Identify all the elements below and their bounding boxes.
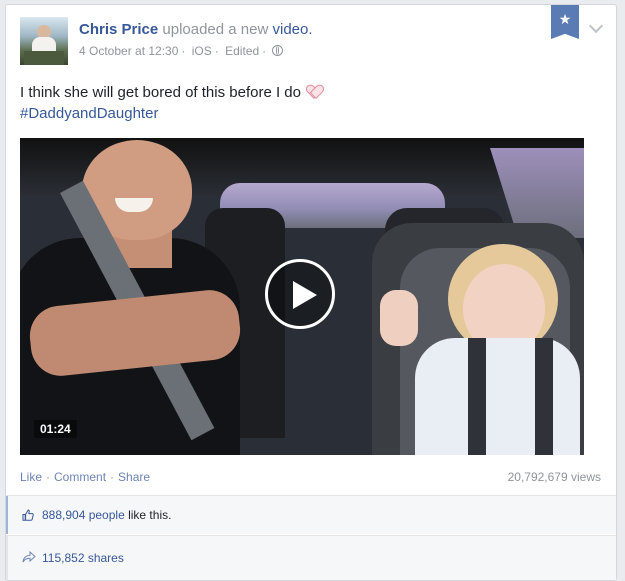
video-scene-harness — [468, 338, 486, 455]
timestamp[interactable]: 4 October at 12:30 — [79, 44, 178, 58]
source: iOS — [191, 44, 212, 58]
shares-count[interactable]: 115,852 shares — [42, 551, 124, 565]
video-scene-girl-body — [415, 338, 580, 455]
status-text: I think she will get bored of this befor… — [20, 82, 590, 124]
hashtag-link[interactable]: #DaddyandDaughter — [20, 103, 590, 124]
avatar-ground — [24, 51, 64, 65]
globe-icon[interactable] — [272, 45, 284, 56]
status-message: I think she will get bored of this befor… — [20, 84, 301, 101]
play-icon — [293, 281, 317, 309]
action-separator: · — [46, 470, 51, 484]
avatar[interactable] — [20, 17, 68, 65]
likes-count[interactable]: 888,904 people — [42, 508, 125, 522]
share-button[interactable]: Share — [118, 470, 150, 484]
video-player[interactable]: 01:24 — [20, 138, 584, 455]
shares-summary: 115,852 shares — [6, 536, 616, 580]
heart-icon — [307, 85, 323, 99]
post-meta: 4 October at 12:30 · iOS · Edited · — [79, 44, 286, 58]
post-action: uploaded a new — [162, 21, 269, 38]
share-arrow-icon — [22, 551, 36, 563]
meta-separator: · — [214, 44, 219, 58]
bookmark-star-button[interactable]: ★ — [551, 5, 579, 39]
likes-suffix: like this. — [128, 508, 172, 522]
author-name[interactable]: Chris Price — [79, 21, 158, 38]
video-scene-harness — [535, 338, 553, 455]
edited-link[interactable]: Edited — [225, 44, 259, 58]
post-header: Chris Price uploaded a new video. — [79, 21, 313, 38]
chevron-down-icon[interactable] — [588, 18, 604, 34]
comment-button[interactable]: Comment — [54, 470, 106, 484]
thumbs-up-icon — [22, 509, 34, 521]
likes-text: 888,904 people like this. — [42, 508, 171, 522]
post-card: Chris Price uploaded a new video. 4 Octo… — [5, 4, 617, 581]
likes-summary: 888,904 people like this. — [6, 496, 616, 534]
video-duration: 01:24 — [34, 420, 77, 438]
post-object-link[interactable]: video. — [273, 21, 313, 38]
view-count: 20,792,679 views — [507, 470, 601, 484]
like-button[interactable]: Like — [20, 470, 42, 484]
meta-separator: · — [181, 44, 186, 58]
star-icon: ★ — [558, 11, 572, 27]
action-separator: · — [110, 470, 115, 484]
play-button[interactable] — [265, 259, 335, 329]
post-actions: Like · Comment · Share — [20, 470, 150, 484]
meta-separator: · — [262, 44, 267, 58]
video-scene-girl-hand — [380, 290, 418, 346]
